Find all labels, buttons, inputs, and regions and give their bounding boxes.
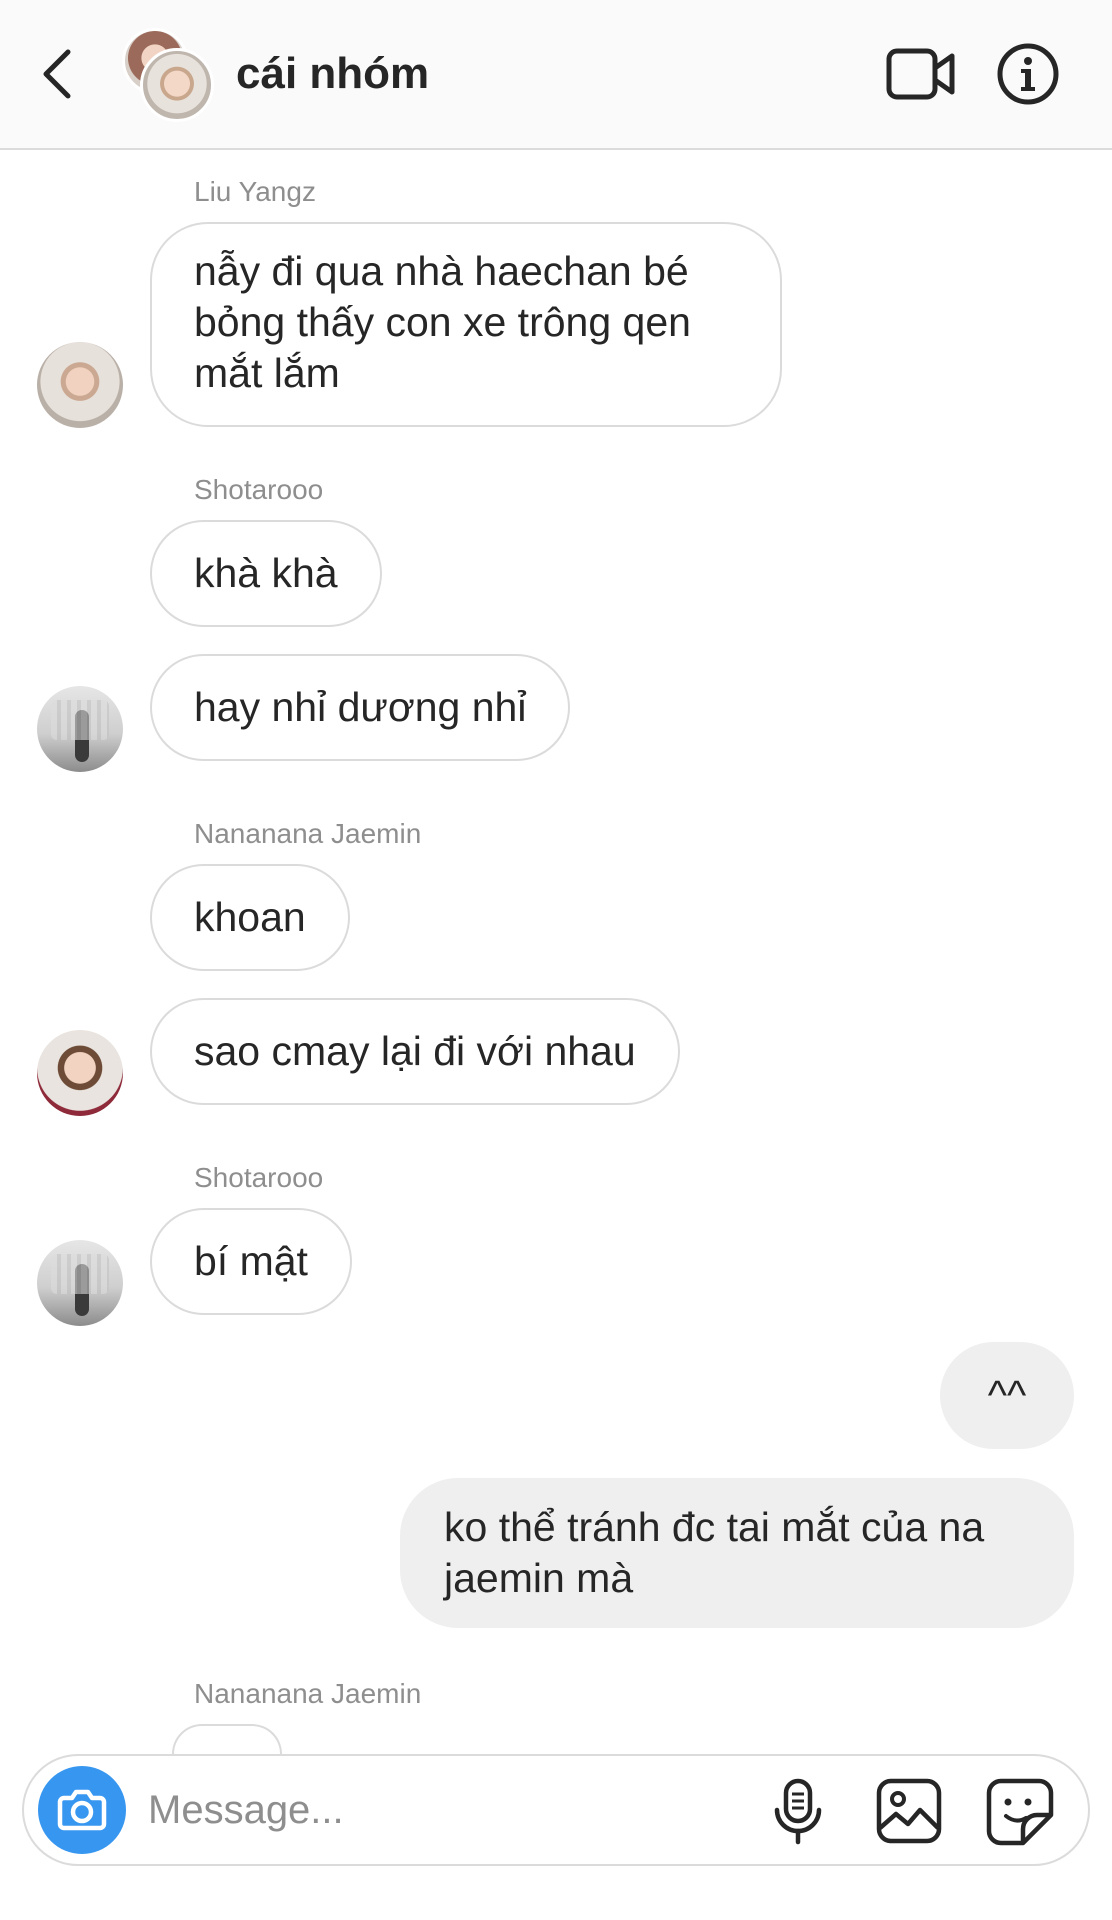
message-text: khoan: [194, 894, 306, 940]
chat-title[interactable]: cái nhóm: [236, 46, 429, 102]
message-text-line: nẫy đi qua nhà haechan bé: [194, 248, 689, 294]
message-text-line: bỏng thấy con xe trông qen: [194, 299, 691, 345]
sticker-button[interactable]: [986, 1778, 1054, 1846]
video-call-button[interactable]: [886, 46, 956, 102]
group-avatar[interactable]: [122, 28, 214, 122]
message-text: bí mật: [194, 1238, 308, 1284]
message-text: hay nhỉ dương nhỉ: [194, 684, 527, 730]
back-button[interactable]: [38, 46, 82, 102]
message-text-line: ko thể tránh đc tai mắt của na: [444, 1504, 985, 1550]
own-message-bubble[interactable]: ^^: [940, 1342, 1074, 1449]
message-text: khà khà: [194, 550, 338, 596]
message-composer: [22, 1754, 1090, 1866]
chevron-left-icon: [43, 49, 71, 99]
sender-name: Liu Yangz: [194, 176, 316, 207]
message-bubble[interactable]: nẫy đi qua nhà haechan bé bỏng thấy con …: [150, 222, 782, 427]
info-icon: [997, 43, 1059, 105]
voice-message-button[interactable]: [772, 1778, 824, 1846]
message-text-line: mắt lắm: [194, 350, 340, 396]
chat-header: cái nhóm: [0, 0, 1112, 150]
sender-name: Shotarooo: [194, 474, 324, 505]
sender-name: Nananana Jaemin: [194, 818, 422, 849]
message-bubble[interactable]: hay nhỉ dương nhỉ: [150, 654, 571, 761]
video-call-icon: [886, 48, 955, 100]
group-avatar-front: [140, 48, 214, 122]
message-text: ^^: [987, 1372, 1027, 1418]
info-button[interactable]: [996, 42, 1060, 106]
partial-message-bubble[interactable]: [172, 1724, 282, 1754]
gallery-icon: [876, 1778, 942, 1844]
message-bubble[interactable]: khà khà: [150, 520, 382, 627]
sender-name: Shotarooo: [194, 1162, 324, 1193]
message-text-line: jaemin mà: [444, 1555, 634, 1601]
microphone-icon: [774, 1778, 822, 1845]
message-bubble[interactable]: sao cmay lại đi với nhau: [150, 998, 680, 1105]
avatar[interactable]: [37, 686, 123, 772]
message-input[interactable]: [148, 1782, 618, 1838]
sticker-icon: [986, 1778, 1054, 1846]
sender-name: Nananana Jaemin: [194, 1678, 422, 1709]
avatar[interactable]: [37, 342, 123, 428]
camera-button[interactable]: [38, 1766, 126, 1854]
avatar[interactable]: [37, 1030, 123, 1116]
message-text: sao cmay lại đi với nhau: [194, 1028, 636, 1074]
message-bubble[interactable]: bí mật: [150, 1208, 352, 1315]
camera-icon: [57, 1789, 107, 1831]
gallery-button[interactable]: [876, 1778, 942, 1844]
message-bubble[interactable]: khoan: [150, 864, 350, 971]
avatar[interactable]: [37, 1240, 123, 1326]
own-message-bubble[interactable]: ko thể tránh đc tai mắt của na jaemin mà: [400, 1478, 1074, 1628]
